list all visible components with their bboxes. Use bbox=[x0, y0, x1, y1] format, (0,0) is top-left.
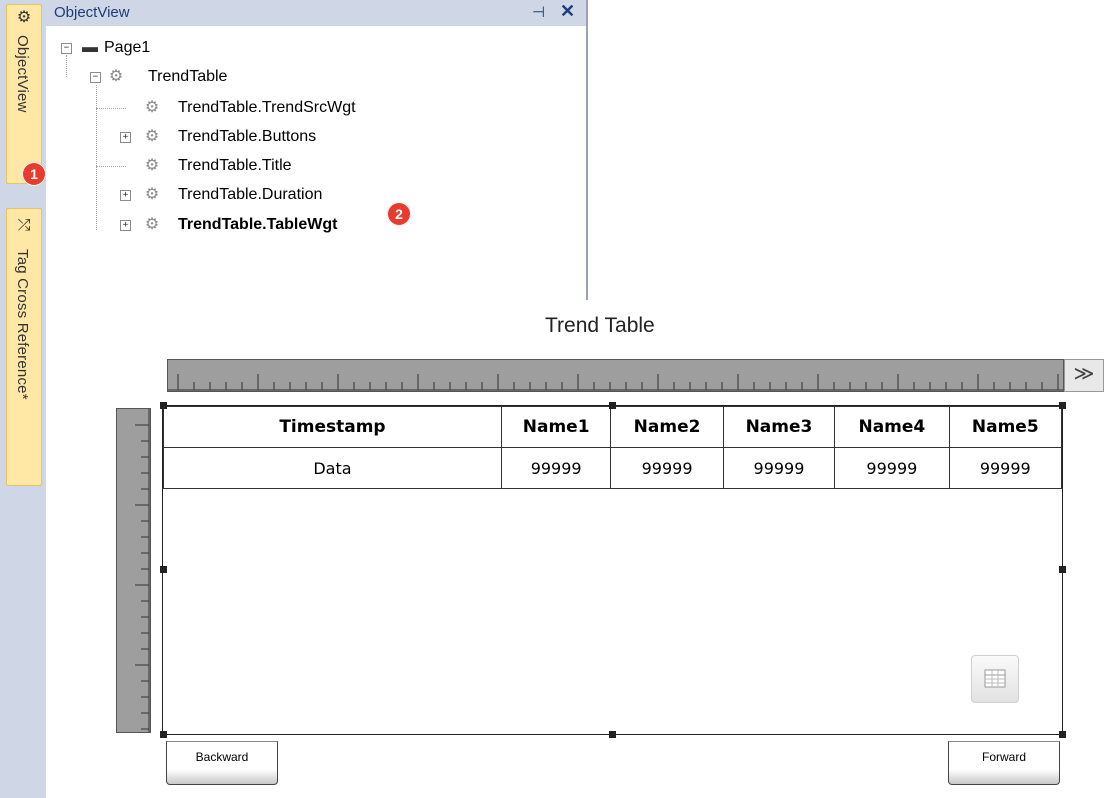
table-cell: 99999 bbox=[948, 447, 1063, 489]
resize-handle-top-left[interactable] bbox=[160, 402, 167, 409]
puzzle-icon: ⚙ bbox=[144, 128, 160, 145]
puzzle-icon: ⚙ bbox=[144, 157, 160, 174]
tree-line bbox=[96, 166, 126, 167]
resize-handle-middle-right[interactable] bbox=[1059, 566, 1066, 573]
tab-objectview[interactable]: ⚙ ObjectView bbox=[6, 4, 42, 184]
tree-item-label: TrendTable.TrendSrcWgt bbox=[178, 99, 356, 116]
table-row: Data 99999 99999 99999 99999 99999 bbox=[163, 447, 1063, 489]
table-cell: Data bbox=[163, 447, 502, 489]
column-header[interactable]: Name3 bbox=[722, 406, 836, 448]
table-cell: 99999 bbox=[722, 447, 836, 489]
table-cell: 99999 bbox=[500, 447, 612, 489]
resize-handle-top-right[interactable] bbox=[1059, 402, 1066, 409]
column-header[interactable]: Name5 bbox=[948, 406, 1063, 448]
resize-handle-top-middle[interactable] bbox=[609, 402, 616, 409]
puzzle-icon: ⚙ bbox=[16, 9, 32, 26]
table-grid-graphic bbox=[984, 669, 1006, 688]
puzzle-icon: ⚙ bbox=[144, 99, 160, 116]
close-icon[interactable]: ✕ bbox=[560, 1, 575, 22]
table-icon bbox=[971, 655, 1019, 703]
expand-toggle[interactable]: + bbox=[120, 220, 131, 231]
tree-item-label: TrendTable bbox=[148, 68, 228, 85]
tab-tag-cross-reference-label: Tag Cross Reference* bbox=[14, 249, 31, 400]
collapse-toggle[interactable]: − bbox=[61, 43, 72, 54]
backward-button[interactable]: Backward bbox=[166, 741, 278, 785]
page-icon: ▬ bbox=[82, 39, 98, 56]
ruler-ticks bbox=[168, 374, 1063, 391]
objectview-title: ObjectView bbox=[54, 4, 130, 21]
tree-item-label: Page1 bbox=[104, 39, 151, 56]
collapse-toggle[interactable]: − bbox=[90, 72, 101, 83]
scroll-right-button[interactable]: ≫ bbox=[1064, 359, 1104, 392]
tree-item-label: TrendTable.Title bbox=[178, 157, 292, 174]
tree-line bbox=[96, 108, 126, 109]
table-header-row: Timestamp Name1 Name2 Name3 Name4 Name5 bbox=[163, 406, 1063, 448]
column-header[interactable]: Name1 bbox=[500, 406, 612, 448]
tab-objectview-label: ObjectView bbox=[14, 35, 31, 113]
resize-handle-bottom-right[interactable] bbox=[1059, 731, 1066, 738]
resize-handle-middle-left[interactable] bbox=[160, 566, 167, 573]
column-header[interactable]: Name2 bbox=[610, 406, 724, 448]
expand-toggle[interactable]: + bbox=[120, 132, 131, 143]
trend-table: Timestamp Name1 Name2 Name3 Name4 Name5 … bbox=[163, 406, 1063, 489]
pin-icon[interactable]: ⊣ bbox=[532, 3, 545, 21]
expand-toggle[interactable]: + bbox=[120, 190, 131, 201]
column-header[interactable]: Timestamp bbox=[163, 406, 502, 448]
objectview-header: ObjectView ⊣ ✕ bbox=[46, 0, 586, 26]
horizontal-ruler bbox=[167, 359, 1064, 392]
puzzle-icon: ⚙ bbox=[144, 216, 160, 233]
callout-badge-1: 1 bbox=[22, 162, 46, 186]
resize-handle-bottom-left[interactable] bbox=[160, 731, 167, 738]
puzzle-icon: ⚙ bbox=[108, 68, 124, 85]
resize-handle-bottom-middle[interactable] bbox=[609, 731, 616, 738]
canvas-title: Trend Table bbox=[545, 314, 655, 337]
puzzle-icon: ⚙ bbox=[144, 186, 160, 203]
table-cell: 99999 bbox=[834, 447, 950, 489]
trend-table-widget[interactable]: Timestamp Name1 Name2 Name3 Name4 Name5 … bbox=[162, 405, 1063, 735]
vertical-ruler bbox=[116, 408, 151, 733]
tree-item-label: TrendTable.Buttons bbox=[178, 128, 317, 145]
side-tab-strip: ⚙ ObjectView ⤮ Tag Cross Reference* bbox=[0, 0, 46, 798]
ruler-ticks bbox=[135, 409, 150, 732]
table-cell: 99999 bbox=[610, 447, 724, 489]
shuffle-icon: ⤮ bbox=[17, 217, 31, 234]
tree-item-label: TrendTable.Duration bbox=[178, 186, 323, 203]
column-header[interactable]: Name4 bbox=[834, 406, 950, 448]
tab-tag-cross-reference[interactable]: ⤮ Tag Cross Reference* bbox=[6, 208, 42, 486]
callout-badge-2: 2 bbox=[387, 202, 411, 226]
tree-line bbox=[66, 55, 67, 77]
tree-line bbox=[96, 85, 97, 230]
tree-item-label: TrendTable.TableWgt bbox=[178, 216, 338, 233]
objectview-panel: ObjectView ⊣ ✕ − ▬ Page1 − ⚙ TrendTable … bbox=[46, 0, 588, 300]
forward-button[interactable]: Forward bbox=[948, 741, 1060, 785]
